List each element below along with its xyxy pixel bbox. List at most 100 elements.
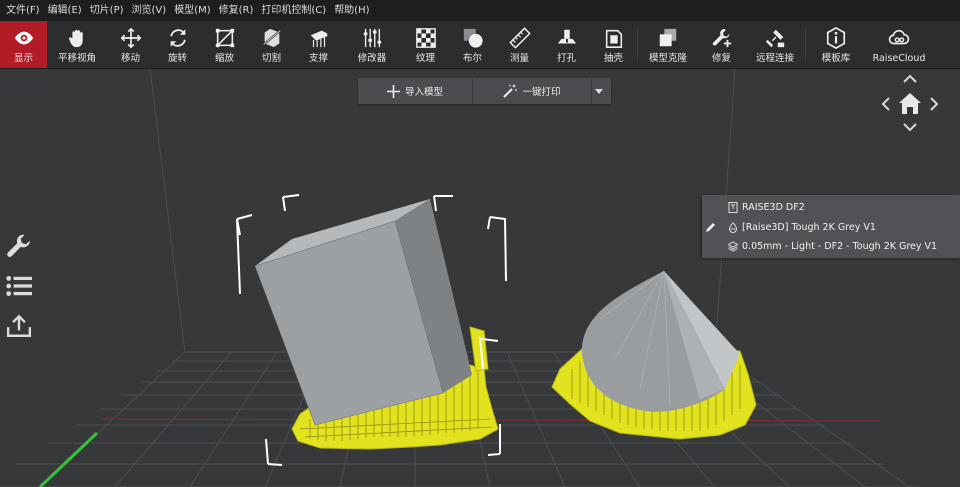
import-model-button[interactable]: 导入模型 [358,78,473,104]
build-plate-scene[interactable] [0,69,960,487]
tool-clone-button[interactable]: 模型克隆 [638,21,698,68]
support-icon [310,30,327,48]
tool-raisecloud-button[interactable]: RaiseCloud [866,21,932,68]
tool-label: 显示 [13,53,33,64]
caret-down-icon [595,88,603,94]
menu-printer-control[interactable]: 打印机控制(C) [257,0,330,21]
view-right-icon[interactable] [930,97,939,111]
export-button[interactable] [5,312,33,339]
cloud-icon [888,29,910,45]
tool-label: 修复 [711,53,731,64]
wrench-plus-icon [712,28,731,48]
tool-punch-button[interactable]: 打孔 [543,21,590,68]
punch-hole-icon [557,29,576,44]
main-toolbar: 显示 平移视角 移动 旋转 缩放 切割 支撑 修改器 纹理 布尔 测量 打孔 抽… [0,21,960,69]
tool-label: 支撑 [308,53,328,64]
tool-label: 远程连接 [755,53,794,64]
tool-label: 平移视角 [57,53,96,64]
eye-icon [14,31,33,45]
tool-label: 切割 [261,53,281,64]
edit-pencil-icon[interactable] [705,221,717,233]
view-down-icon[interactable] [903,123,917,132]
menu-repair[interactable]: 修复(R) [215,0,258,21]
tool-display-button[interactable]: 显示 [0,21,47,68]
printer-info-panel[interactable]: RAISE3D DF2 [Raise3D] Tough 2K Grey V1 0… [702,195,960,258]
tool-pan-view-button[interactable]: 平移视角 [47,21,107,68]
plus-icon [386,84,400,98]
ruler-icon [508,27,531,49]
magic-wand-icon [503,84,518,98]
tool-label: 修改器 [357,53,387,64]
profile-row: 0.05mm - Light - DF2 - Tough 2K Grey V1 [728,238,937,254]
menu-bar: 文件(F) 编辑(E) 切片(P) 浏览(V) 模型(M) 修复(R) 打印机控… [0,0,960,21]
home-view-icon[interactable] [899,93,921,114]
boolean-icon [463,28,483,48]
clone-icon [659,28,677,47]
y-axis-line [38,431,99,487]
layers-icon [728,240,738,252]
one-click-print-button[interactable]: 一键打印 [473,78,591,104]
tool-label: 测量 [509,53,529,64]
wrench-icon [7,234,30,257]
tool-template-library-button[interactable]: 模板库 [806,21,866,68]
hollow-icon [605,29,622,48]
tool-support-button[interactable]: 支撑 [295,21,342,68]
modifier-sliders-icon [363,28,382,48]
tool-label: 布尔 [462,53,482,64]
tool-remote-connect-button[interactable]: 远程连接 [745,21,805,68]
object-list-button[interactable] [5,272,33,299]
export-icon [6,314,32,337]
3d-viewport[interactable] [0,69,960,487]
material-name: [Raise3D] Tough 2K Grey V1 [742,221,876,233]
material-row: [Raise3D] Tough 2K Grey V1 [728,219,876,235]
repair-tool-button[interactable] [5,232,33,259]
scale-icon [215,28,234,48]
move-arrows-icon [120,27,141,49]
tool-label: 模型克隆 [648,53,687,64]
tool-boolean-button[interactable]: 布尔 [449,21,496,68]
list-icon [6,275,32,296]
print-options-dropdown[interactable] [591,78,611,104]
rotate-icon [169,29,186,47]
cut-icon [262,28,281,48]
model-cube[interactable] [254,199,472,426]
texture-icon [415,28,436,48]
tool-label: 缩放 [214,53,234,64]
tool-label: 纹理 [415,53,435,64]
tool-measure-button[interactable]: 测量 [496,21,543,68]
profile-name: 0.05mm - Light - DF2 - Tough 2K Grey V1 [742,240,938,252]
printer-icon [728,201,738,213]
filament-icon [728,221,738,233]
remote-connect-icon [765,29,785,48]
hand-icon [68,29,83,48]
menu-slice[interactable]: 切片(P) [86,0,128,21]
menu-file[interactable]: 文件(F) [0,0,44,21]
menu-model[interactable]: 模型(M) [170,0,214,21]
left-side-tools [5,232,33,352]
tool-hollow-button[interactable]: 抽壳 [590,21,637,68]
view-navigation-control[interactable] [879,72,941,136]
model-cone[interactable] [581,270,740,412]
tool-repair-button[interactable]: 修复 [698,21,745,68]
tool-texture-button[interactable]: 纹理 [402,21,449,68]
view-up-icon[interactable] [903,74,917,83]
menu-edit[interactable]: 编辑(E) [44,0,86,21]
menu-help[interactable]: 帮助(H) [330,0,373,21]
tool-cut-button[interactable]: 切割 [248,21,295,68]
menu-view[interactable]: 浏览(V) [128,0,171,21]
tool-label: 旋转 [167,53,187,64]
tool-move-button[interactable]: 移动 [107,21,154,68]
printer-name: RAISE3D DF2 [742,201,805,213]
tool-label: 打孔 [556,53,576,64]
tool-label: 抽壳 [603,53,623,64]
template-library-icon [826,27,846,49]
import-model-label: 导入模型 [404,87,443,98]
printer-row: RAISE3D DF2 [728,199,805,215]
tool-rotate-button[interactable]: 旋转 [154,21,201,68]
tool-label: 移动 [120,53,140,64]
tool-modifier-button[interactable]: 修改器 [342,21,402,68]
tool-label: 模板库 [821,53,851,64]
view-left-icon[interactable] [881,97,890,111]
tool-scale-button[interactable]: 缩放 [201,21,248,68]
action-bar: 导入模型 一键打印 [358,78,611,104]
